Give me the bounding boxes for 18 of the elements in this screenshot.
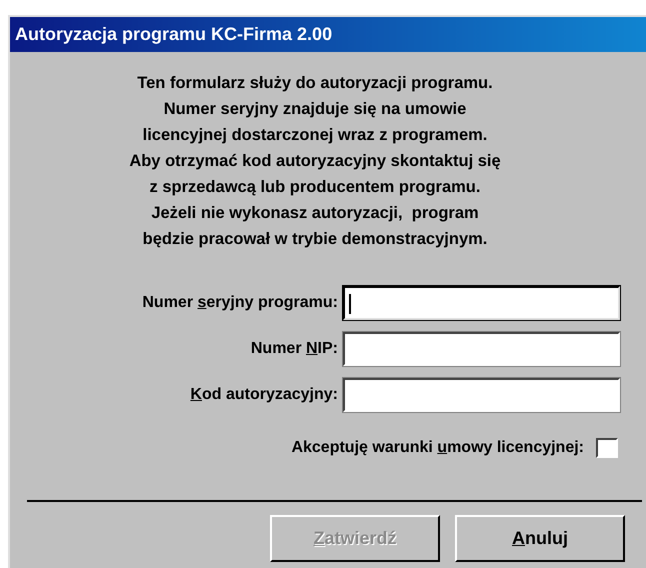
field-label: Kod autoryzacyjny: bbox=[189, 385, 339, 405]
input-field[interactable] bbox=[343, 378, 620, 412]
cancel-button[interactable]: Anuluj bbox=[455, 515, 625, 562]
info-text: Numer seryjny znajduje się na umowie bbox=[162, 99, 468, 120]
input-field[interactable] bbox=[343, 286, 620, 320]
info-text: będzie pracował w trybie demonstracyjnym. bbox=[142, 229, 488, 250]
info-text: Ten formularz służy do autoryzacji programu. bbox=[136, 73, 494, 94]
window-title: Autoryzacja programu KC-Firma 2.00 bbox=[10, 17, 646, 52]
accept-checkbox[interactable] bbox=[596, 438, 618, 458]
info-text: licencyjnej dostarczonej wraz z programem. bbox=[142, 125, 488, 146]
input-field[interactable] bbox=[343, 332, 620, 366]
info-text: z sprzedawcą lub producentem programu. bbox=[148, 177, 482, 198]
field-label: Numer seryjny programu: bbox=[141, 293, 339, 313]
field-label: Numer NIP: bbox=[250, 339, 339, 359]
info-text: Jeżeli nie wykonasz autoryzacji, program bbox=[150, 203, 480, 224]
info-text: Aby otrzymać kod autoryzacyjny skontaktuj się bbox=[128, 151, 502, 172]
text-cursor bbox=[349, 294, 351, 314]
checkbox-label: Akceptuję warunki umowy licencyjnej: bbox=[291, 438, 584, 458]
